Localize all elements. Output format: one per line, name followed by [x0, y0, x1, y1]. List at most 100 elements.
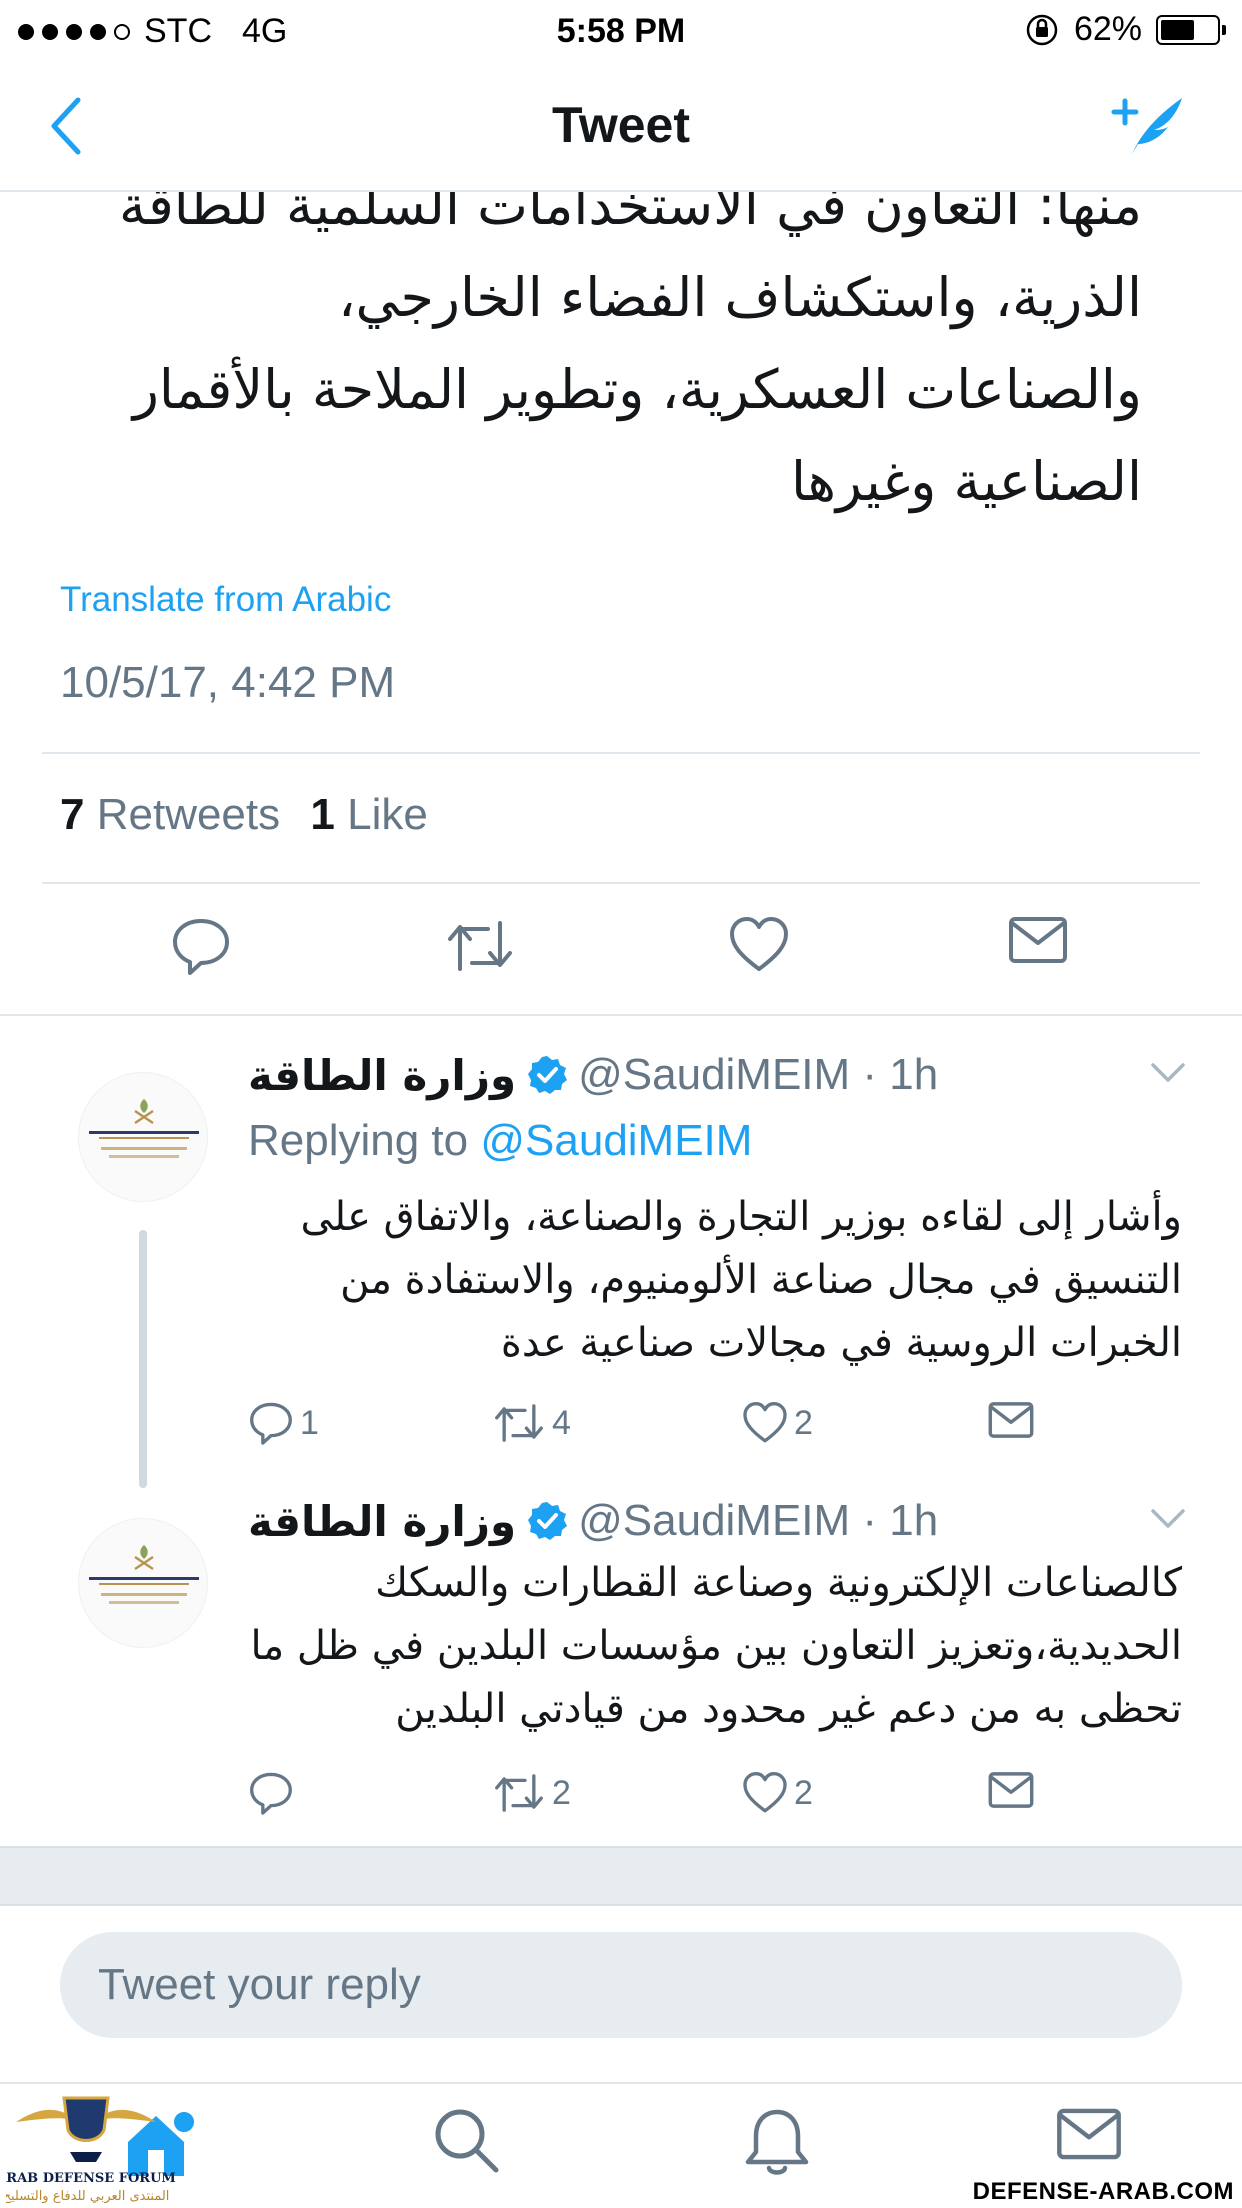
divider	[42, 752, 1200, 754]
chevron-down-icon	[1151, 1063, 1185, 1082]
reply-actions: 1 4 2	[248, 1400, 1048, 1450]
mail-icon	[988, 1772, 1034, 1808]
reply-input-placeholder: Tweet your reply	[98, 1960, 421, 2009]
retweet-icon	[448, 921, 512, 971]
reply-text-line: الحديدية،وتعزيز التعاون بين مؤسسات البلد…	[250, 1623, 1182, 1669]
ministry-logo-icon	[89, 1099, 199, 1158]
replying-handle-link[interactable]: @SaudiMEIM	[480, 1116, 752, 1165]
likes-label: Like	[347, 790, 428, 839]
battery-percent: 62%	[1073, 10, 1142, 48]
like-button[interactable]: 2	[742, 1400, 813, 1446]
reply-text-line: الخبرات الروسية في مجالات صناعية عدة	[500, 1320, 1182, 1366]
reply-button[interactable]	[170, 915, 232, 982]
reply-text-line: تحظى به من دعم غير محدود من قيادتي البلد…	[395, 1686, 1182, 1732]
likes-stat[interactable]: 1 Like	[310, 790, 427, 839]
heart-icon	[743, 1772, 787, 1813]
avatar[interactable]	[78, 1518, 208, 1648]
ministry-logo-icon	[89, 1545, 199, 1604]
watermark-logo-text: ARAB DEFENSE FORUM	[6, 2171, 176, 2186]
retweet-button[interactable]: 2	[492, 1770, 571, 1816]
tweet-text-line: والصناعات العسكرية، وتطوير الملاحة بالأق…	[132, 358, 1142, 421]
nav-bar: Tweet	[0, 62, 1242, 192]
tweet-timestamp: 10/5/17, 4:42 PM	[60, 658, 396, 707]
like-button[interactable]	[728, 915, 790, 980]
divider	[42, 882, 1200, 884]
retweet-button[interactable]	[444, 915, 516, 982]
battery-icon	[1156, 14, 1226, 45]
reply-text-line: وأشار إلى لقاءه بوزير التجارة والصناعة، …	[300, 1194, 1182, 1240]
tweet-options-button[interactable]	[1150, 1062, 1186, 1089]
like-button[interactable]: 2	[742, 1770, 813, 1816]
rotation-lock-icon	[1026, 14, 1058, 45]
reply-icon	[250, 1402, 292, 1445]
tweet-stats: 7 Retweets 1 Like	[60, 790, 428, 840]
replying-prefix: Replying to	[248, 1116, 481, 1165]
status-right: 62%	[1024, 10, 1226, 49]
notifications-icon	[745, 2109, 809, 2175]
mail-icon	[988, 1402, 1034, 1438]
tweet-text-line: الصناعية وغيرها	[791, 450, 1142, 513]
retweet-count: 4	[552, 1403, 571, 1442]
reply-icon	[173, 919, 229, 975]
verified-badge-icon	[528, 1502, 568, 1540]
retweet-count: 2	[552, 1773, 571, 1812]
mail-icon	[1009, 917, 1067, 963]
share-dm-button[interactable]	[988, 1400, 1034, 1440]
search-icon	[435, 2109, 499, 2173]
battery-fill	[1161, 19, 1195, 40]
watermark-logo: ARAB DEFENSE FORUM المنتدى العربي للدفاع…	[0, 2082, 196, 2208]
watermark-site: DEFENSE-ARAB.COM	[972, 2178, 1234, 2205]
share-dm-button[interactable]	[988, 1770, 1034, 1810]
replying-to: Replying to @SaudiMEIM	[248, 1116, 752, 1166]
reply-button[interactable]	[248, 1770, 300, 1816]
reply-header: وزارة الطاقة @SaudiMEIM · 1h	[248, 1496, 938, 1546]
heart-icon	[743, 1402, 787, 1443]
retweet-button[interactable]: 4	[492, 1400, 571, 1446]
reply-text: وأشار إلى لقاءه بوزير التجارة والصناعة، …	[248, 1186, 1182, 1375]
status-bar: STC 4G 5:58 PM 62%	[0, 0, 1242, 62]
reply-text-line: التنسيق في مجال صناعة الألومنيوم، والاست…	[340, 1257, 1182, 1303]
compose-button[interactable]	[1110, 92, 1186, 163]
author-name[interactable]: وزارة الطاقة	[248, 1051, 516, 1100]
tab-messages[interactable]	[1056, 2106, 1122, 2167]
retweet-icon	[495, 1774, 543, 1812]
page-title: Tweet	[552, 97, 690, 153]
thread-line	[139, 1230, 147, 1488]
tab-search[interactable]	[432, 2106, 502, 2181]
share-dm-button[interactable]	[1008, 915, 1068, 970]
tweet-text-line: الذرية، واستكشاف الفضاء الخارجي،	[338, 266, 1142, 329]
avatar[interactable]	[78, 1072, 208, 1202]
retweets-stat[interactable]: 7 Retweets	[60, 790, 280, 839]
reply-actions: 2 2	[248, 1770, 1048, 1820]
arab-defense-forum-logo-icon: ARAB DEFENSE FORUM المنتدى العربي للدفاع…	[0, 2096, 176, 2204]
retweets-count: 7	[60, 790, 85, 839]
section-separator	[0, 1014, 1242, 1016]
messages-icon	[1057, 2108, 1121, 2160]
watermark-logo-sub: المنتدى العربي للدفاع والتسليح	[6, 2189, 169, 2204]
tweet-options-button[interactable]	[1150, 1508, 1186, 1535]
compose-tweet-icon	[1111, 98, 1182, 154]
translate-link[interactable]: Translate from Arabic	[60, 580, 391, 620]
reply-header: وزارة الطاقة @SaudiMEIM · 1h	[248, 1050, 938, 1100]
chevron-down-icon	[1151, 1509, 1185, 1528]
heart-icon	[730, 917, 788, 971]
reply-icon	[250, 1772, 292, 1815]
reply-count: 1	[300, 1403, 319, 1442]
tweet-actions	[0, 915, 1242, 985]
section-gap	[0, 1846, 1242, 1906]
like-count: 2	[794, 1403, 813, 1442]
reply-text: كالصناعات الإلكترونية وصناعة القطارات وا…	[248, 1552, 1182, 1741]
likes-count: 1	[310, 790, 335, 839]
author-handle: @SaudiMEIM · 1h	[578, 1496, 939, 1545]
retweets-label: Retweets	[96, 790, 281, 839]
retweet-icon	[495, 1404, 543, 1442]
author-handle: @SaudiMEIM · 1h	[578, 1050, 939, 1099]
verified-badge-icon	[528, 1056, 568, 1094]
tab-notifications[interactable]	[744, 2106, 810, 2183]
reply-text-line: كالصناعات الإلكترونية وصناعة القطارات وا…	[375, 1560, 1182, 1606]
reply-button[interactable]: 1	[248, 1400, 319, 1446]
like-count: 2	[794, 1773, 813, 1812]
reply-input[interactable]: Tweet your reply	[60, 1932, 1182, 2038]
tweet-text: منها: التعاون في الاستخدامات السلمية للط…	[60, 160, 1142, 528]
author-name[interactable]: وزارة الطاقة	[248, 1497, 516, 1546]
